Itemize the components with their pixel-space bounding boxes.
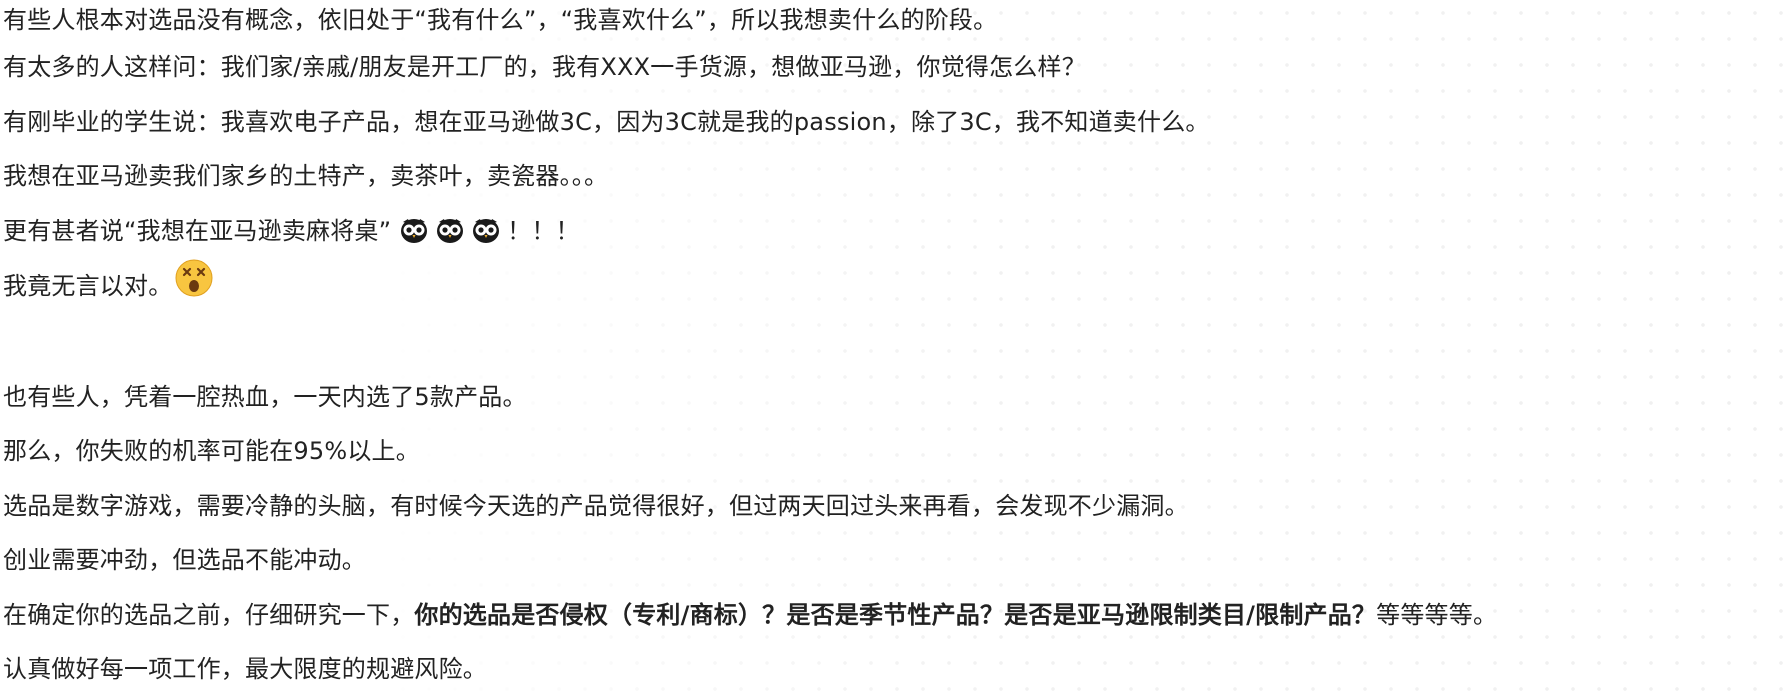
paragraph-7: 也有些人，凭着一腔热血，一天内选了5款产品。 bbox=[3, 382, 527, 411]
paragraph-6: 我竟无言以对。 bbox=[3, 258, 1784, 313]
paragraph-11-bold: 你的选品是否侵权（专利/商标）？是否是季节性产品？是否是亚马逊限制类目/限制产品… bbox=[414, 600, 1377, 629]
owl-emoji-icon bbox=[471, 216, 501, 244]
paragraph-11-post: 等等等等。 bbox=[1376, 600, 1498, 629]
paragraph-5: 更有甚者说“我想在亚马逊卖麻将桌” ！！！ bbox=[3, 204, 1784, 259]
paragraph-10: 创业需要冲劲，但选品不能冲动。 bbox=[3, 546, 366, 574]
paragraph-11-pre: 在确定你的选品之前，仔细研究一下， bbox=[3, 600, 415, 629]
paragraph-11: 在确定你的选品之前，仔细研究一下，你的选品是否侵权（专利/商标）？是否是季节性产… bbox=[3, 588, 1784, 643]
paragraph-9: 选品是数字游戏，需要冷静的头脑，有时候今天选的产品觉得很好，但过两天回过头来再看… bbox=[3, 491, 1189, 520]
paragraph-3: 有刚毕业的学生说：我喜欢电子产品，想在亚马逊做3C，因为3C就是我的passio… bbox=[3, 107, 1210, 136]
owl-emoji-icon bbox=[435, 216, 465, 244]
paragraph-12: 认真做好每一项工作，最大限度的规避风险。 bbox=[3, 655, 487, 683]
paragraph-2: 有太多的人这样问：我们家/亲戚/朋友是开工厂的，我有XXX一手货源，想做亚马逊，… bbox=[3, 53, 1086, 81]
paragraph-5-text: 更有甚者说“我想在亚马逊卖麻将桌” bbox=[3, 216, 392, 245]
article-body: 有些人根本对选品没有概念，依旧处于“我有什么”，“我喜欢什么”，所以我想卖什么的… bbox=[0, 0, 1784, 697]
paragraph-8: 那么，你失败的机率可能在95%以上。 bbox=[3, 437, 420, 465]
owl-emoji-icon bbox=[399, 216, 429, 244]
paragraph-6-text: 我竟无言以对。 bbox=[3, 272, 173, 300]
dizzy-face-emoji-icon bbox=[174, 258, 214, 298]
paragraph-5-exclaim: ！！！ bbox=[507, 216, 580, 245]
paragraph-4: 我想在亚马逊卖我们家乡的土特产，卖茶叶，卖瓷器。。。 bbox=[3, 162, 609, 190]
paragraph-1: 有些人根本对选品没有概念，依旧处于“我有什么”，“我喜欢什么”，所以我想卖什么的… bbox=[3, 6, 998, 34]
